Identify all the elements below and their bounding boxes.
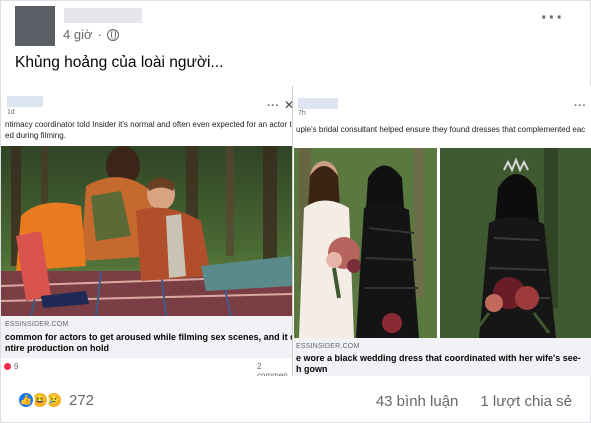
globe-icon (106, 28, 119, 41)
mini-comments-count: 2 commen (257, 362, 288, 376)
link-headline-line-2: ntire production on hold (5, 343, 109, 353)
more-options-icon: ··· (267, 100, 280, 112)
shared-screenshot-right[interactable]: 7h ··· uple's bridal consultant helped e… (294, 86, 591, 376)
link-headline-line-1: common for actors to get aroused while f… (5, 332, 293, 342)
shared-screenshot-left[interactable]: 1d ··· ✕ ntimacy coordinator told Inside… (1, 86, 293, 376)
link-headline-line-1: e wore a black wedding dress that coordi… (296, 353, 581, 363)
mini-author-blurred (7, 96, 43, 107)
dot-separator: · (97, 27, 102, 42)
link-domain: ESSINSIDER.COM (296, 343, 360, 350)
angry-reaction-icon (4, 363, 11, 370)
article-photo-brides (294, 148, 591, 338)
snippet-line-1: ntimacy coordinator told Insider it's no… (5, 120, 293, 129)
mini-time: 7h (298, 110, 306, 117)
like-reaction-icon: 👍 (17, 391, 35, 409)
snippet-line-2: ed during filming. (5, 131, 66, 140)
link-preview[interactable]: ESSINSIDER.COM e wore a black wedding dr… (294, 338, 591, 376)
link-headline-line-2: h gown (296, 364, 328, 374)
reaction-count: 272 (69, 391, 95, 409)
author-name-blurred[interactable] (64, 8, 142, 23)
mini-reactions: 9 (4, 362, 18, 371)
mini-reaction-count: 9 (14, 362, 19, 371)
facebook-post: 4 giờ · ··· Khủng hoảng của loài người..… (0, 0, 591, 423)
post-time[interactable]: 4 giờ (63, 27, 93, 42)
mini-author-blurred (298, 98, 338, 109)
post-meta: 4 giờ · (63, 27, 119, 42)
post-footer: 👍 😆 😢 272 43 bình luận 1 lượt chia sẻ (1, 377, 591, 423)
post-stats: 43 bình luận 1 lượt chia sẻ (376, 393, 572, 410)
close-icon: ✕ (284, 98, 292, 112)
reaction-summary[interactable]: 👍 😆 😢 272 (17, 391, 94, 409)
link-domain: ESSINSIDER.COM (5, 321, 69, 328)
post-caption: Khủng hoảng của loài người... (15, 54, 224, 71)
article-photo-actors (1, 146, 292, 316)
avatar[interactable] (15, 6, 55, 46)
more-options-icon: ··· (574, 100, 587, 112)
more-options-icon[interactable]: ··· (541, 8, 564, 28)
shares-count-link[interactable]: 1 lượt chia sẻ (480, 393, 572, 410)
comments-count-link[interactable]: 43 bình luận (376, 393, 459, 410)
mini-time: 1d (7, 109, 15, 116)
link-preview[interactable]: ESSINSIDER.COM common for actors to get … (1, 316, 293, 358)
snippet-line-1: uple's bridal consultant helped ensure t… (296, 125, 586, 134)
